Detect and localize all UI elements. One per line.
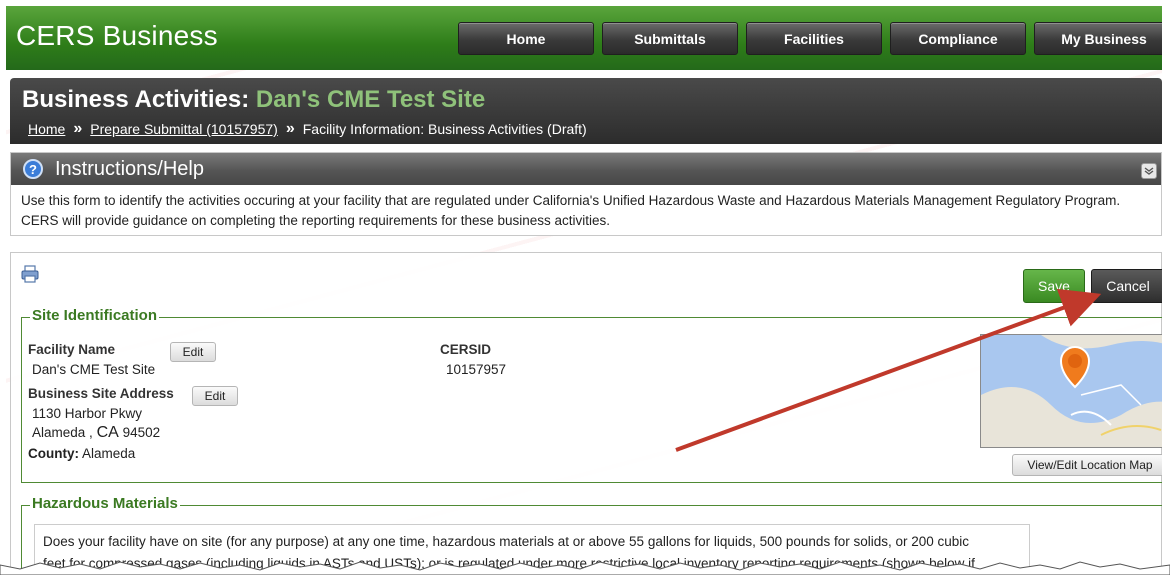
app-brand[interactable]: CERS Business	[16, 20, 218, 52]
business-activities-form: Save Cancel Site Identification Facility…	[10, 252, 1162, 572]
address-zip: 94502	[122, 425, 161, 440]
instructions-panel: ? Instructions/Help Use this form to ide…	[10, 152, 1162, 236]
breadcrumb-prepare-submittal[interactable]: Prepare Submittal (10157957)	[90, 121, 278, 137]
edit-facility-name-button[interactable]: Edit	[170, 342, 216, 362]
page-title-prefix: Business Activities:	[22, 86, 250, 113]
breadcrumb: Home » Prepare Submittal (10157957) » Fa…	[28, 120, 587, 138]
breadcrumb-separator: »	[285, 120, 295, 137]
instructions-title: Instructions/Help	[55, 157, 204, 180]
breadcrumb-separator: »	[73, 120, 83, 137]
address-city-state-zip: Alameda , CA 94502	[32, 424, 160, 442]
instructions-header[interactable]: ? Instructions/Help	[11, 153, 1161, 185]
torn-edge	[0, 561, 1170, 575]
facility-name-value: Dan's CME Test Site	[32, 362, 156, 377]
save-button[interactable]: Save	[1023, 269, 1085, 303]
county-row: County: Alameda	[28, 446, 135, 461]
business-site-address-label: Business Site Address	[28, 386, 174, 401]
hazardous-materials-legend: Hazardous Materials	[30, 495, 180, 512]
nav-my-business[interactable]: My Business	[1034, 22, 1162, 55]
breadcrumb-home[interactable]: Home	[28, 121, 65, 137]
location-map[interactable]	[980, 334, 1162, 448]
location-map-image	[981, 335, 1162, 447]
main-nav: Home Submittals Facilities Compliance My…	[458, 22, 1162, 55]
page-title-site: Dan's CME Test Site	[255, 86, 486, 113]
page-title-bar: Business Activities: Dan's CME Test Site…	[10, 78, 1162, 144]
nav-facilities[interactable]: Facilities	[746, 22, 882, 55]
site-identification-legend: Site Identification	[30, 307, 160, 324]
address-state: CA	[96, 424, 119, 441]
address-city: Alameda ,	[32, 425, 93, 440]
facility-name-label: Facility Name	[28, 342, 116, 357]
cancel-button[interactable]: Cancel	[1091, 269, 1162, 303]
top-header: CERS Business Home Submittals Facilities…	[6, 6, 1162, 70]
cersid-label: CERSID	[440, 342, 492, 357]
collapse-icon[interactable]	[1141, 163, 1157, 179]
view-edit-location-map-button[interactable]: View/Edit Location Map	[1012, 454, 1162, 476]
nav-home[interactable]: Home	[458, 22, 594, 55]
address-line1: 1130 Harbor Pkwy	[32, 406, 143, 421]
county-value: Alameda	[82, 446, 136, 461]
page-title: Business Activities: Dan's CME Test Site	[22, 86, 485, 114]
edit-address-button[interactable]: Edit	[192, 386, 238, 406]
print-icon[interactable]	[21, 265, 39, 283]
instructions-text: Use this form to identify the activities…	[21, 193, 1121, 228]
nav-compliance[interactable]: Compliance	[890, 22, 1026, 55]
cersid-value: 10157957	[446, 362, 507, 377]
breadcrumb-current: Facility Information: Business Activitie…	[302, 121, 587, 137]
site-identification-section: Site Identification Facility Name Edit D…	[21, 307, 1162, 483]
nav-submittals[interactable]: Submittals	[602, 22, 738, 55]
help-icon: ?	[23, 159, 43, 179]
question-line-1: Does your facility have on site (for any…	[43, 534, 970, 549]
county-label: County:	[28, 446, 79, 461]
browser-frame: CERS Business Home Submittals Facilities…	[6, 6, 1162, 572]
